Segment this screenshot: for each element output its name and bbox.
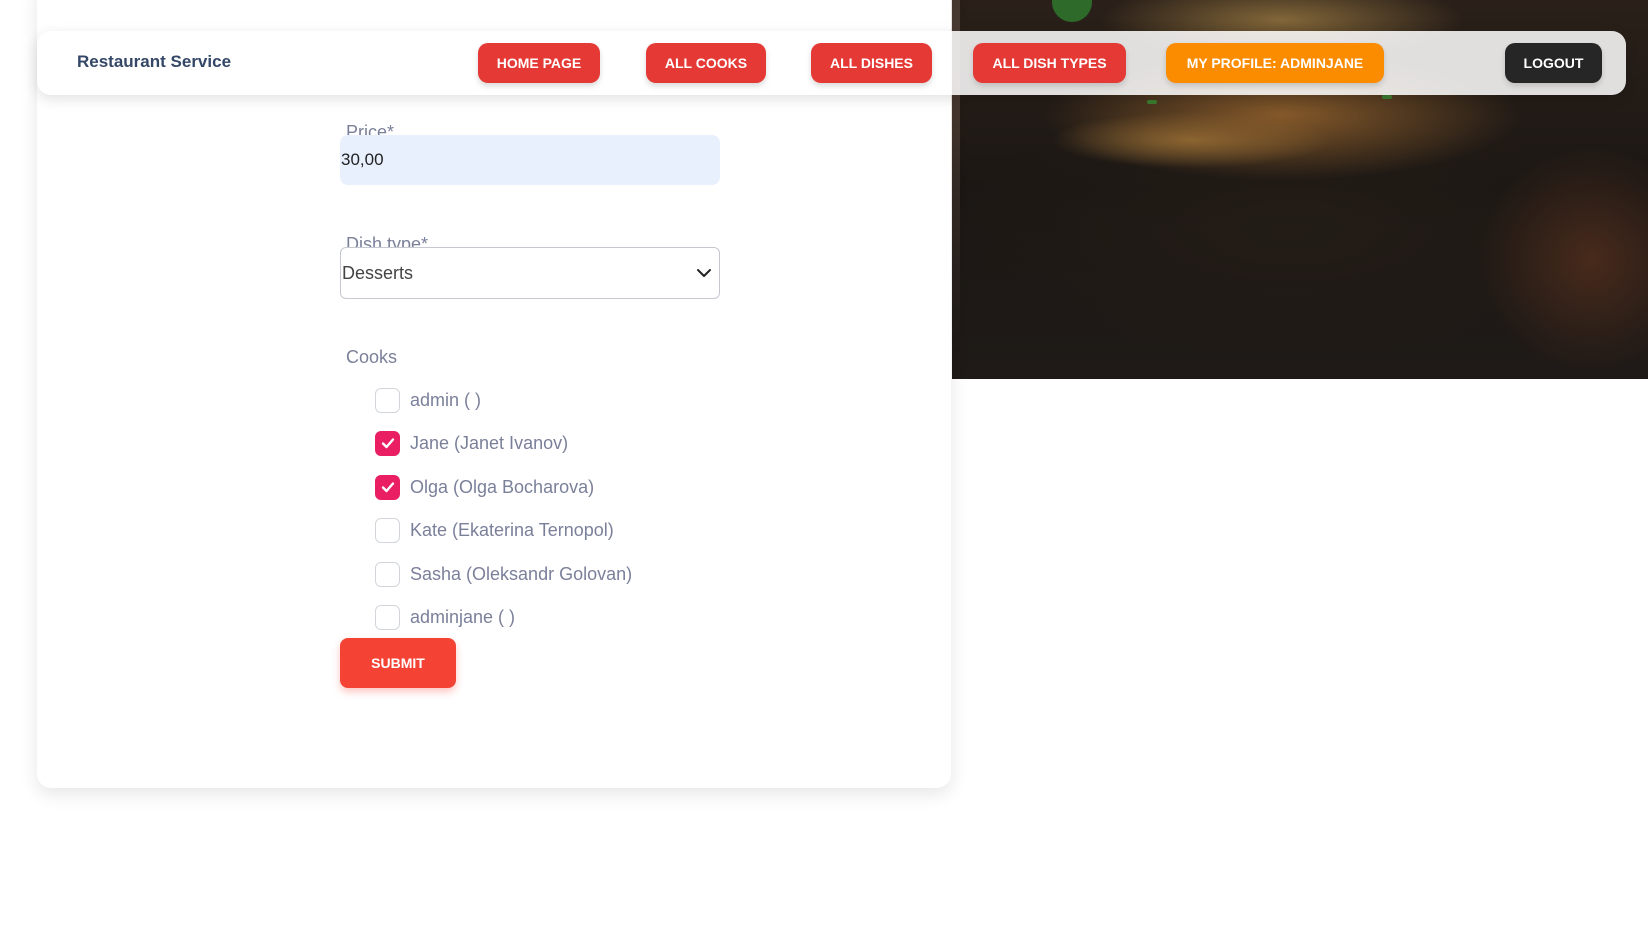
all-dish-types-button[interactable]: ALL DISH TYPES	[973, 43, 1126, 83]
checkmark-icon	[381, 482, 394, 493]
cook-option[interactable]: adminjane ( )	[375, 604, 515, 630]
all-dishes-button[interactable]: ALL DISHES	[811, 43, 932, 83]
cook-option-label: Jane (Janet Ivanov)	[410, 432, 569, 453]
my-profile-button[interactable]: MY PROFILE: ADMINJANE	[1166, 43, 1384, 83]
cook-option[interactable]: Jane (Janet Ivanov)	[375, 430, 568, 456]
cook-option-label: Sasha (Oleksandr Golovan)	[410, 563, 633, 584]
cooks-label: Cooks	[346, 347, 398, 367]
cook-option-label: Olga (Olga Bocharova)	[410, 476, 595, 497]
cook-checkbox-checked[interactable]	[375, 474, 400, 500]
cook-option[interactable]: Olga (Olga Bocharova)	[375, 474, 594, 500]
cook-checkbox[interactable]	[375, 561, 400, 587]
cook-option-label: Kate (Ekaterina Ternopol)	[410, 519, 614, 540]
cook-checkbox[interactable]	[375, 517, 400, 543]
cook-option-label: admin ( )	[410, 389, 482, 410]
dish-type-select[interactable]: Desserts	[340, 247, 720, 299]
page: Price* Dish type* Desserts Cooks admin (…	[0, 0, 1648, 926]
price-input[interactable]	[340, 135, 720, 185]
cook-option-label: adminjane ( )	[410, 606, 516, 627]
dish-type-selected-value: Desserts	[342, 262, 414, 283]
herb-garnish	[1052, 0, 1092, 22]
cook-checkbox-checked[interactable]	[375, 430, 400, 456]
all-cooks-button[interactable]: ALL COOKS	[646, 43, 766, 83]
submit-button[interactable]: SUBMIT	[340, 638, 456, 688]
home-page-button[interactable]: HOME PAGE	[478, 43, 600, 83]
brand-link[interactable]: Restaurant Service	[77, 52, 231, 72]
cook-option[interactable]: Sasha (Oleksandr Golovan)	[375, 561, 632, 587]
herb-piece	[1382, 95, 1392, 99]
chevron-down-icon	[697, 269, 711, 277]
cook-option[interactable]: Kate (Ekaterina Ternopol)	[375, 517, 614, 543]
navbar: Restaurant Service HOME PAGE ALL COOKS A…	[37, 31, 1626, 95]
cook-checkbox[interactable]	[375, 387, 400, 413]
checkmark-icon	[381, 438, 394, 449]
form-card: Price* Dish type* Desserts Cooks admin (…	[37, 0, 951, 788]
herb-piece	[1147, 100, 1157, 104]
cook-checkbox[interactable]	[375, 604, 400, 630]
logout-button[interactable]: LOGOUT	[1505, 43, 1602, 83]
cook-option[interactable]: admin ( )	[375, 387, 481, 413]
